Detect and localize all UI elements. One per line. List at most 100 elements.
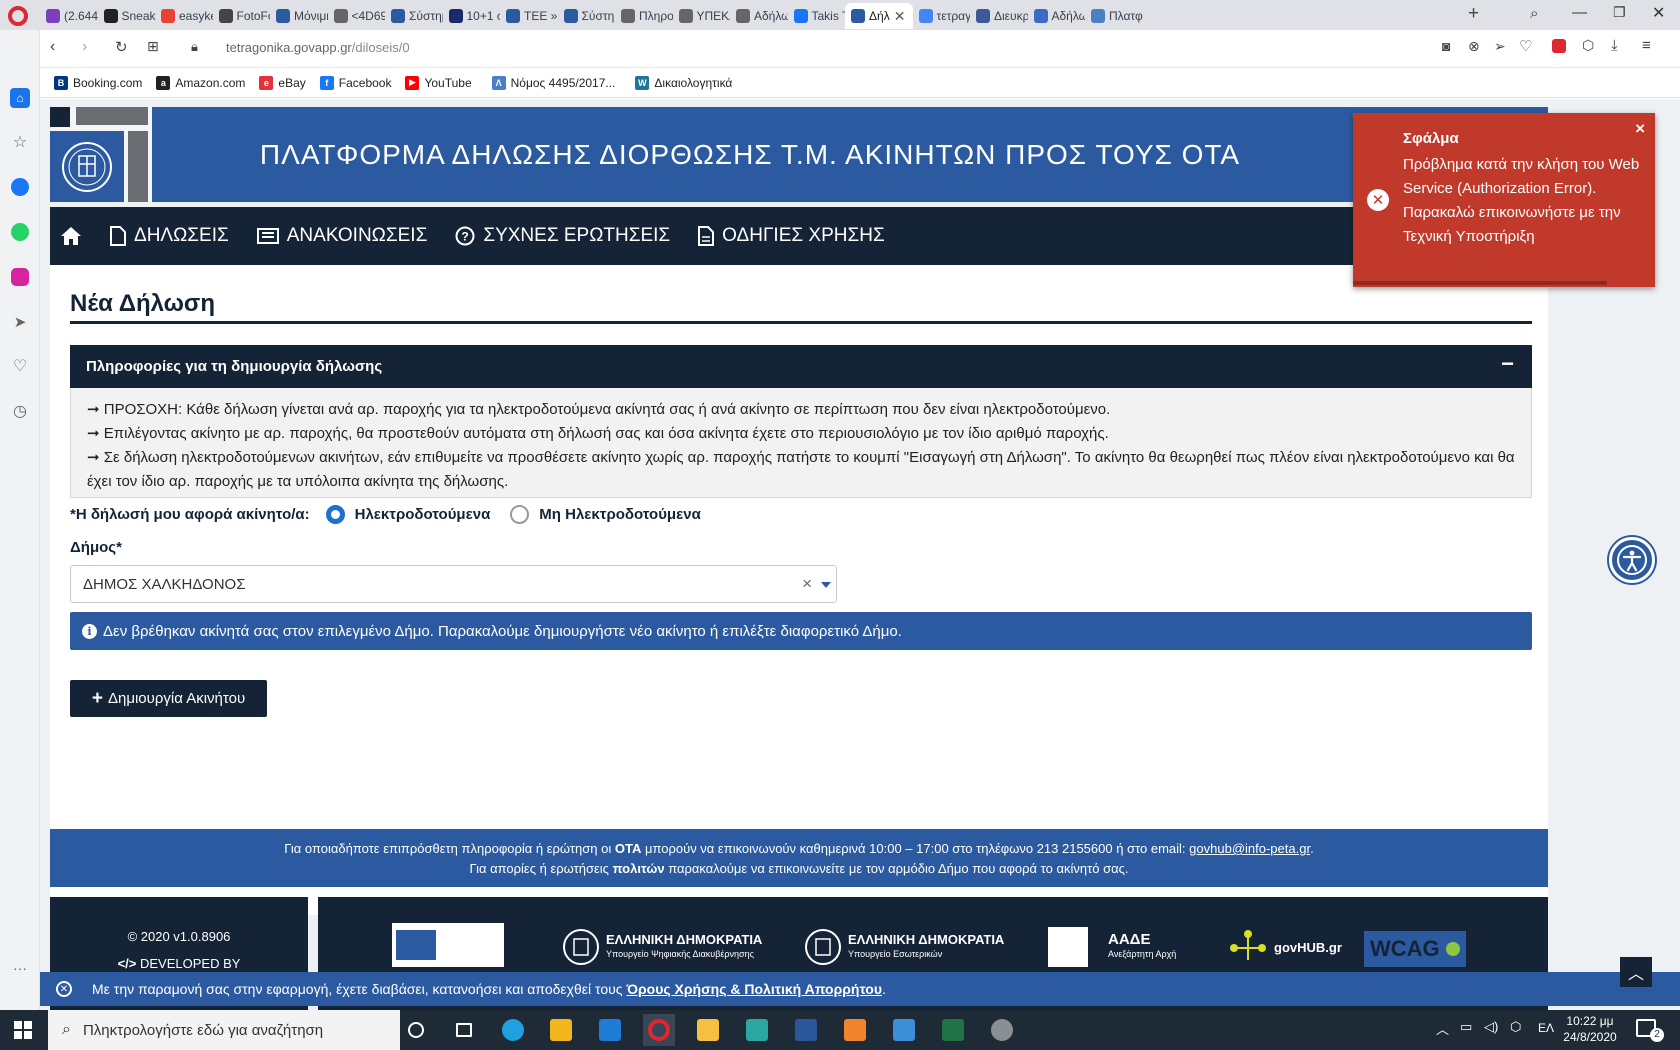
- store-icon[interactable]: [545, 1014, 577, 1046]
- photos-icon[interactable]: [888, 1014, 920, 1046]
- browser-tab[interactable]: FotoFor: [213, 3, 270, 29]
- minimize-button[interactable]: —: [1572, 4, 1587, 21]
- browser-tab[interactable]: (2.644 ): [40, 3, 98, 29]
- app-orange-icon[interactable]: [839, 1014, 871, 1046]
- windows-start-icon[interactable]: [14, 1021, 32, 1039]
- adblock-icon[interactable]: ⊗: [1468, 38, 1480, 55]
- bookmark-item[interactable]: Λ Νόμος 4495/2017...: [491, 75, 615, 90]
- info-panel-header[interactable]: Πληροφορίες για τη δημιουργία δήλωσης −: [70, 345, 1532, 388]
- close-window-button[interactable]: ✕: [1652, 3, 1665, 23]
- browser-tab[interactable]: ΥΠΕΚΑ: [673, 3, 730, 29]
- url-field[interactable]: tetragonika.govapp.gr/diloseis/0: [226, 40, 410, 55]
- browser-tab[interactable]: 10+1 σ: [443, 3, 500, 29]
- scroll-to-top-button[interactable]: ︿: [1620, 957, 1652, 987]
- browser-tab[interactable]: Takis Th: [788, 3, 845, 29]
- reload-icon[interactable]: ↻: [115, 38, 128, 56]
- ktimatologio-logo[interactable]: [392, 923, 504, 967]
- nav-announcements[interactable]: ΑΝΑΚΟΙΝΩΣΕΙΣ: [256, 225, 427, 247]
- govhub-logo[interactable]: govHUB.gr: [1228, 927, 1342, 967]
- bookmark-item[interactable]: f Facebook: [319, 75, 391, 90]
- chevron-down-icon[interactable]: [821, 582, 831, 588]
- create-property-button[interactable]: + Δημιουργία Ακινήτου: [70, 680, 267, 717]
- bookmark-item[interactable]: B Booking.com: [54, 75, 142, 90]
- volume-icon[interactable]: ◁): [1484, 1019, 1498, 1035]
- restore-button[interactable]: ❐: [1613, 4, 1626, 21]
- heart-icon[interactable]: ♡: [10, 356, 30, 376]
- accessibility-button[interactable]: [1609, 537, 1655, 583]
- search-tabs-icon[interactable]: ⌕: [1530, 5, 1538, 22]
- network-icon[interactable]: ▭: [1460, 1019, 1472, 1035]
- cube-icon[interactable]: ⬡: [1582, 37, 1594, 54]
- browser-tab[interactable]: Σύστημ: [558, 3, 615, 29]
- edge-icon[interactable]: [497, 1014, 529, 1046]
- download-icon[interactable]: ⤓: [1611, 37, 1618, 54]
- digital-governance-logo[interactable]: ΕΛΛΗΝΙΚΗ ΔΗΜΟΚΡΑΤΙΑ Υπουργείο Ψηφιακής Δι…: [562, 927, 762, 967]
- favorite-icon[interactable]: ♡: [1519, 37, 1532, 55]
- taskbar-clock[interactable]: 10:22 μμ 24/8/2020: [1560, 1013, 1620, 1045]
- greek-emblem-logo[interactable]: [50, 131, 124, 202]
- instagram-icon[interactable]: [10, 267, 30, 287]
- nav-faq[interactable]: ? ΣΥΧΝΕΣ ΕΡΩΤΗΣΕΙΣ: [455, 225, 670, 247]
- speed-dial-icon[interactable]: ⌂: [10, 88, 30, 108]
- nav-diloseis[interactable]: ΔΗΛΩΣΕΙΣ: [110, 225, 229, 247]
- browser-tab[interactable]: Μόνιμη: [270, 3, 328, 29]
- radio-non-electrified-label[interactable]: Μη Ηλεκτροδοτούμενα: [539, 506, 701, 523]
- aade-logo[interactable]: ΑΑΔΕ Ανεξάρτητη Αρχή: [1048, 927, 1176, 967]
- radio-non-electrified[interactable]: [510, 505, 530, 524]
- task-view-icon[interactable]: [448, 1014, 480, 1046]
- browser-tab[interactable]: Σύστημ: [385, 3, 443, 29]
- interior-ministry-logo[interactable]: ΕΛΛΗΝΙΚΗ ΔΗΜΟΚΡΑΤΙΑ Υπουργείο Εσωτερικών: [804, 927, 1004, 967]
- nav-instructions[interactable]: ΟΔΗΓΙΕΣ ΧΡΗΣΗΣ: [698, 225, 885, 247]
- radio-electrified[interactable]: [325, 505, 345, 524]
- browser-tab[interactable]: <4D69: [328, 3, 385, 29]
- mail-icon[interactable]: [594, 1014, 626, 1046]
- menu-icon[interactable]: ≡: [1642, 37, 1651, 54]
- browser-tab[interactable]: Διευκρ: [970, 3, 1028, 29]
- browser-tab[interactable]: Αδήλω: [1028, 3, 1085, 29]
- archicad-icon[interactable]: [741, 1014, 773, 1046]
- flow-icon[interactable]: ➤: [10, 312, 30, 332]
- whatsapp-icon[interactable]: [10, 222, 30, 242]
- forward-icon[interactable]: ›: [82, 38, 87, 56]
- taskbar-search-box[interactable]: ⌕ Πληκτρολογήστε εδώ για αναζήτηση: [48, 1010, 400, 1050]
- contact-email-link[interactable]: govhub@info-peta.gr: [1189, 841, 1310, 856]
- tabs-grid-icon[interactable]: ⊞: [147, 38, 159, 55]
- back-icon[interactable]: ‹: [50, 38, 55, 56]
- tab-close-icon[interactable]: ✕: [894, 8, 906, 25]
- word-icon[interactable]: [790, 1014, 822, 1046]
- dismiss-cookie-icon[interactable]: ✕: [56, 981, 72, 997]
- tray-chevron-up-icon[interactable]: ︿: [1436, 1019, 1449, 1038]
- radio-electrified-label[interactable]: Ηλεκτροδοτούμενα: [355, 506, 491, 523]
- more-icon[interactable]: ···: [10, 958, 30, 978]
- dropbox-icon[interactable]: ⬡: [1510, 1019, 1521, 1035]
- language-indicator[interactable]: ΕΛ: [1538, 1021, 1554, 1035]
- browser-tab[interactable]: Δήλ ✕: [845, 3, 913, 29]
- bookmarks-icon[interactable]: ☆: [10, 132, 30, 152]
- bookmark-item[interactable]: e eBay: [259, 75, 306, 90]
- file-explorer-icon[interactable]: [692, 1014, 724, 1046]
- clear-selection-icon[interactable]: ×: [802, 574, 812, 594]
- browser-tab[interactable]: easyken: [155, 3, 213, 29]
- terms-link[interactable]: Όρους Χρήσης & Πολιτική Απορρήτου: [626, 981, 882, 997]
- opera-taskbar-icon[interactable]: [643, 1014, 675, 1046]
- browser-tab[interactable]: τετραγ: [913, 3, 970, 29]
- wcag-logo[interactable]: WCAG: [1364, 931, 1466, 967]
- browser-tab[interactable]: Sneake: [98, 3, 155, 29]
- browser-tab[interactable]: Πληρο: [615, 3, 673, 29]
- browser-tab[interactable]: ΤΕΕ » Α: [500, 3, 558, 29]
- bookmark-item[interactable]: W Δικαιολογητικά: [635, 75, 732, 90]
- toast-close-button[interactable]: ×: [1635, 119, 1645, 139]
- camera-icon[interactable]: ◙: [1442, 38, 1450, 54]
- excel-icon[interactable]: [937, 1014, 969, 1046]
- bookmark-item[interactable]: a Amazon.com: [156, 75, 245, 90]
- browser-tab[interactable]: Αδήλω: [730, 3, 788, 29]
- history-icon[interactable]: ◷: [10, 401, 30, 421]
- municipality-select[interactable]: ΔΗΜΟΣ ΧΑΛΚΗΔΟΝΟΣ ×: [70, 565, 837, 603]
- wallet-icon[interactable]: [1552, 39, 1566, 53]
- bookmark-item[interactable]: ▶ YouTube: [405, 75, 472, 90]
- cortana-icon[interactable]: [400, 1014, 432, 1046]
- app-globe-icon[interactable]: [986, 1014, 1018, 1046]
- messenger-icon[interactable]: [10, 177, 30, 197]
- home-link[interactable]: [60, 226, 82, 246]
- opera-logo-icon[interactable]: [8, 6, 28, 26]
